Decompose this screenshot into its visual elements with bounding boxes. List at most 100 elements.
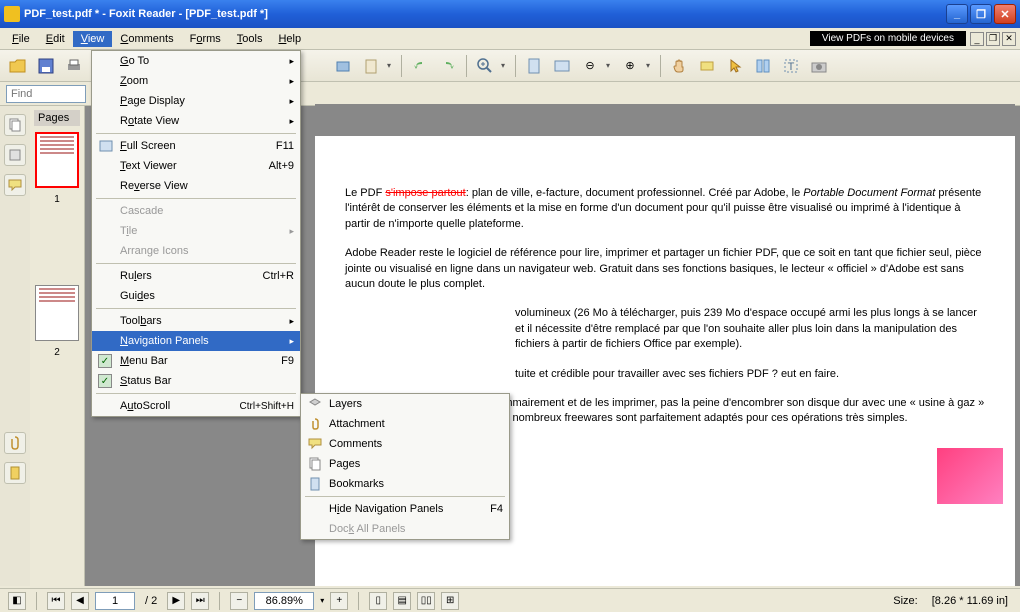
toggle-panel-button[interactable]: ◧ bbox=[8, 592, 26, 610]
menu-page-display[interactable]: Page Display▸ bbox=[92, 91, 300, 111]
thumb-2-number: 2 bbox=[34, 347, 80, 358]
submenu-layers[interactable]: Layers bbox=[301, 394, 509, 414]
menu-rulers[interactable]: RulersCtrl+R bbox=[92, 266, 300, 286]
zoom-dropdown[interactable]: ▾ bbox=[501, 61, 509, 70]
menu-menubar[interactable]: ✓Menu BarF9 bbox=[92, 351, 300, 371]
fit-width-button[interactable] bbox=[550, 54, 574, 78]
paragraph-1: Le PDF s'impose partout: plan de ville, … bbox=[345, 186, 985, 232]
page-total: / 2 bbox=[141, 595, 161, 607]
next-page-button[interactable]: ▶ bbox=[167, 592, 185, 610]
text-tool-button[interactable]: T bbox=[779, 54, 803, 78]
pages-tab[interactable] bbox=[4, 114, 26, 136]
menu-goto[interactable]: Go To▸ bbox=[92, 51, 300, 71]
pages-icon bbox=[307, 456, 323, 472]
hand-tool-button[interactable] bbox=[667, 54, 691, 78]
find-tool-button[interactable] bbox=[751, 54, 775, 78]
page-number-input[interactable] bbox=[95, 592, 135, 610]
zoom-in-status-button[interactable]: + bbox=[330, 592, 348, 610]
clipboard-dropdown[interactable]: ▾ bbox=[387, 61, 395, 70]
zoom-out-status-button[interactable]: − bbox=[230, 592, 248, 610]
comments-tab[interactable] bbox=[4, 174, 26, 196]
zoomin-dropdown[interactable]: ▾ bbox=[646, 61, 654, 70]
camera-button[interactable] bbox=[807, 54, 831, 78]
page-thumbnail-1[interactable] bbox=[35, 132, 79, 188]
facing-view-button[interactable]: ▯▯ bbox=[417, 592, 435, 610]
menu-comments[interactable]: Comments bbox=[112, 31, 181, 47]
attachments-tab[interactable] bbox=[4, 432, 26, 454]
layers-tab[interactable] bbox=[4, 144, 26, 166]
maximize-button[interactable]: ❐ bbox=[970, 4, 992, 24]
menu-tools[interactable]: Tools bbox=[229, 31, 271, 47]
menu-view[interactable]: View bbox=[73, 31, 113, 47]
menu-file[interactable]: File bbox=[4, 31, 38, 47]
menu-forms[interactable]: Forms bbox=[182, 31, 229, 47]
zoom-status-dropdown[interactable]: ▾ bbox=[320, 596, 324, 605]
menu-edit[interactable]: Edit bbox=[38, 31, 73, 47]
mdi-close-button[interactable]: ✕ bbox=[1002, 32, 1016, 46]
menu-text-viewer[interactable]: Text ViewerAlt+9 bbox=[92, 156, 300, 176]
sidebar: Pages 1 2 bbox=[0, 106, 85, 586]
check-icon: ✓ bbox=[98, 374, 112, 388]
submenu-pages[interactable]: Pages bbox=[301, 454, 509, 474]
select-tool-button[interactable] bbox=[695, 54, 719, 78]
menu-reverse-view[interactable]: Reverse View bbox=[92, 176, 300, 196]
menu-guides[interactable]: Guides bbox=[92, 286, 300, 306]
zoom-in-small-button[interactable]: ⊕ bbox=[618, 54, 642, 78]
ad-banner[interactable]: View PDFs on mobile devices bbox=[810, 31, 966, 46]
menu-fullscreen[interactable]: Full ScreenF11 bbox=[92, 136, 300, 156]
undo-button[interactable] bbox=[408, 54, 432, 78]
paragraph-3: volumineux (26 Mo à télécharger, puis 23… bbox=[345, 306, 985, 352]
submenu-hide-panels[interactable]: Hide Navigation PanelsF4 bbox=[301, 499, 509, 519]
submenu-attachment[interactable]: Attachment bbox=[301, 414, 509, 434]
redo-button[interactable] bbox=[436, 54, 460, 78]
menu-zoom[interactable]: Zoom▸ bbox=[92, 71, 300, 91]
menu-cascade: Cascade bbox=[92, 201, 300, 221]
single-page-view-button[interactable]: ▯ bbox=[369, 592, 387, 610]
snapshot-button[interactable] bbox=[331, 54, 355, 78]
print-button[interactable] bbox=[62, 54, 86, 78]
open-button[interactable] bbox=[6, 54, 30, 78]
minimize-button[interactable]: _ bbox=[946, 4, 968, 24]
zoom-in-button[interactable] bbox=[473, 54, 497, 78]
window-title: PDF_test.pdf * - Foxit Reader - [PDF_tes… bbox=[24, 8, 946, 20]
pointer-tool-button[interactable] bbox=[723, 54, 747, 78]
fullscreen-icon bbox=[98, 138, 114, 154]
last-page-button[interactable]: ⏭ bbox=[191, 592, 209, 610]
pages-panel: Pages 1 2 bbox=[30, 106, 84, 586]
find-input[interactable] bbox=[6, 85, 86, 103]
check-icon: ✓ bbox=[98, 354, 112, 368]
mdi-minimize-button[interactable]: _ bbox=[970, 32, 984, 46]
prev-page-button[interactable]: ◀ bbox=[71, 592, 89, 610]
menu-navigation-panels[interactable]: Navigation Panels▸ bbox=[92, 331, 300, 351]
continuous-view-button[interactable]: ▤ bbox=[393, 592, 411, 610]
menu-help[interactable]: Help bbox=[270, 31, 309, 47]
svg-text:T: T bbox=[788, 61, 795, 73]
app-icon bbox=[4, 6, 20, 22]
submenu-bookmarks[interactable]: Bookmarks bbox=[301, 474, 509, 494]
mdi-restore-button[interactable]: ❐ bbox=[986, 32, 1000, 46]
bookmarks-lower-tab[interactable] bbox=[4, 462, 26, 484]
zoomout-dropdown[interactable]: ▾ bbox=[606, 61, 614, 70]
menu-statusbar[interactable]: ✓Status Bar bbox=[92, 371, 300, 391]
first-page-button[interactable]: ⏮ bbox=[47, 592, 65, 610]
paragraph-2: Adobe Reader reste le logiciel de référe… bbox=[345, 246, 985, 292]
page-thumbnail-2[interactable] bbox=[35, 285, 79, 341]
save-button[interactable] bbox=[34, 54, 58, 78]
submenu-comments[interactable]: Comments bbox=[301, 434, 509, 454]
menu-toolbars[interactable]: Toolbars▸ bbox=[92, 311, 300, 331]
pages-panel-title: Pages bbox=[34, 110, 80, 126]
navigation-panels-submenu: Layers Attachment Comments Pages Bookmar… bbox=[300, 393, 510, 540]
menu-tile: Tile▸ bbox=[92, 221, 300, 241]
fit-page-button[interactable] bbox=[522, 54, 546, 78]
zoom-out-small-button[interactable]: ⊖ bbox=[578, 54, 602, 78]
menu-rotate-view[interactable]: Rotate View▸ bbox=[92, 111, 300, 131]
window-titlebar: PDF_test.pdf * - Foxit Reader - [PDF_tes… bbox=[0, 0, 1020, 28]
continuous-facing-view-button[interactable]: ⊞ bbox=[441, 592, 459, 610]
zoom-input[interactable] bbox=[254, 592, 314, 610]
embedded-image bbox=[935, 446, 1005, 506]
statusbar: ◧ ⏮ ◀ / 2 ▶ ⏭ − ▾ + ▯ ▤ ▯▯ ⊞ Size: [8.26… bbox=[0, 588, 1020, 612]
view-menu-dropdown: Go To▸ Zoom▸ Page Display▸ Rotate View▸ … bbox=[91, 50, 301, 417]
menu-autoscroll[interactable]: AutoScrollCtrl+Shift+H bbox=[92, 396, 300, 416]
close-button[interactable]: ✕ bbox=[994, 4, 1016, 24]
clipboard-button[interactable] bbox=[359, 54, 383, 78]
